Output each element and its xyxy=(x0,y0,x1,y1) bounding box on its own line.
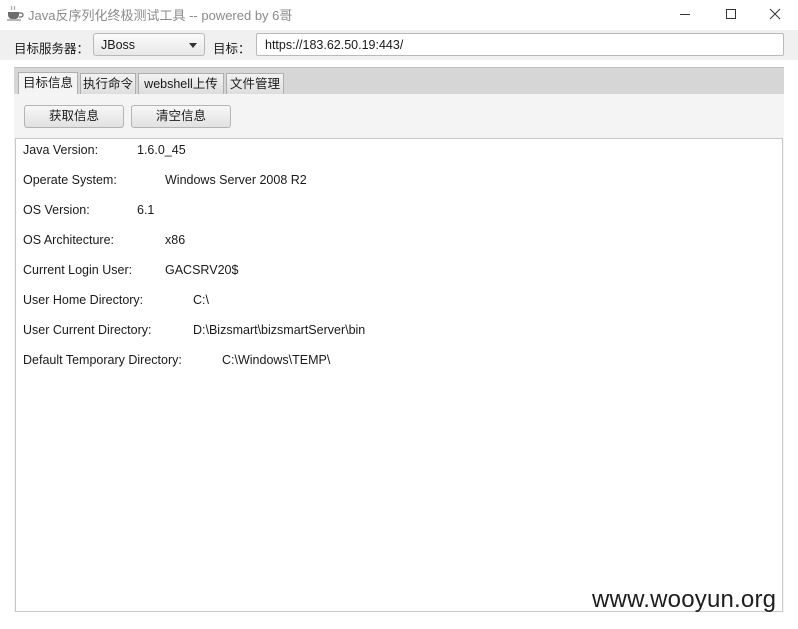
info-value: D:\Bizsmart\bizsmartServer\bin xyxy=(193,323,366,337)
info-key: User Current Directory: xyxy=(23,323,152,337)
info-value: C:\ xyxy=(193,293,209,307)
info-key: Java Version: xyxy=(23,143,99,157)
target-label: 目标： xyxy=(213,42,251,56)
tab-webshell-upload[interactable]: webshell上传 xyxy=(138,73,224,95)
tab-execute-command[interactable]: 执行命令 xyxy=(80,73,136,95)
tab-file-manager[interactable]: 文件管理 xyxy=(226,73,284,95)
java-coffee-cup-icon xyxy=(6,5,24,21)
info-key: Operate System: xyxy=(23,173,117,187)
info-key: OS Version: xyxy=(23,203,90,217)
info-value: C:\Windows\TEMP\ xyxy=(222,353,331,367)
title-bar: Java反序列化终极测试工具 -- powered by 6哥 xyxy=(0,0,798,27)
watermark: www.wooyun.org xyxy=(592,586,777,613)
server-select-value: JBoss xyxy=(101,38,136,52)
tab-strip: 目标信息 执行命令 webshell上传 文件管理 xyxy=(14,67,784,95)
info-value: GACSRV20$ xyxy=(165,263,239,277)
tab-target-info[interactable]: 目标信息 xyxy=(18,72,78,95)
close-button[interactable] xyxy=(752,0,798,27)
server-label: 目标服务器： xyxy=(14,42,90,56)
info-value: 1.6.0_45 xyxy=(137,143,186,157)
info-output-area[interactable]: Java Version: 1.6.0_45 Operate System: W… xyxy=(15,138,783,612)
info-key: Default Temporary Directory: xyxy=(23,353,182,367)
info-key: OS Architecture: xyxy=(23,233,115,247)
minimize-icon xyxy=(680,13,690,15)
server-select[interactable]: JBoss xyxy=(93,33,205,56)
window-title: Java反序列化终极测试工具 -- powered by 6哥 xyxy=(28,8,293,23)
chevron-down-icon xyxy=(189,43,197,48)
maximize-button[interactable] xyxy=(708,0,754,27)
target-url-input[interactable] xyxy=(256,33,784,56)
minimize-button[interactable] xyxy=(662,0,708,27)
info-value: Windows Server 2008 R2 xyxy=(165,173,307,187)
info-key: Current Login User: xyxy=(23,263,133,277)
fetch-info-button[interactable]: 获取信息 xyxy=(24,105,124,128)
info-value: 6.1 xyxy=(137,203,155,217)
info-key: User Home Directory: xyxy=(23,293,144,307)
clear-info-button[interactable]: 清空信息 xyxy=(131,105,231,128)
close-icon xyxy=(769,8,781,19)
info-value: x86 xyxy=(165,233,186,247)
maximize-icon xyxy=(726,8,736,19)
